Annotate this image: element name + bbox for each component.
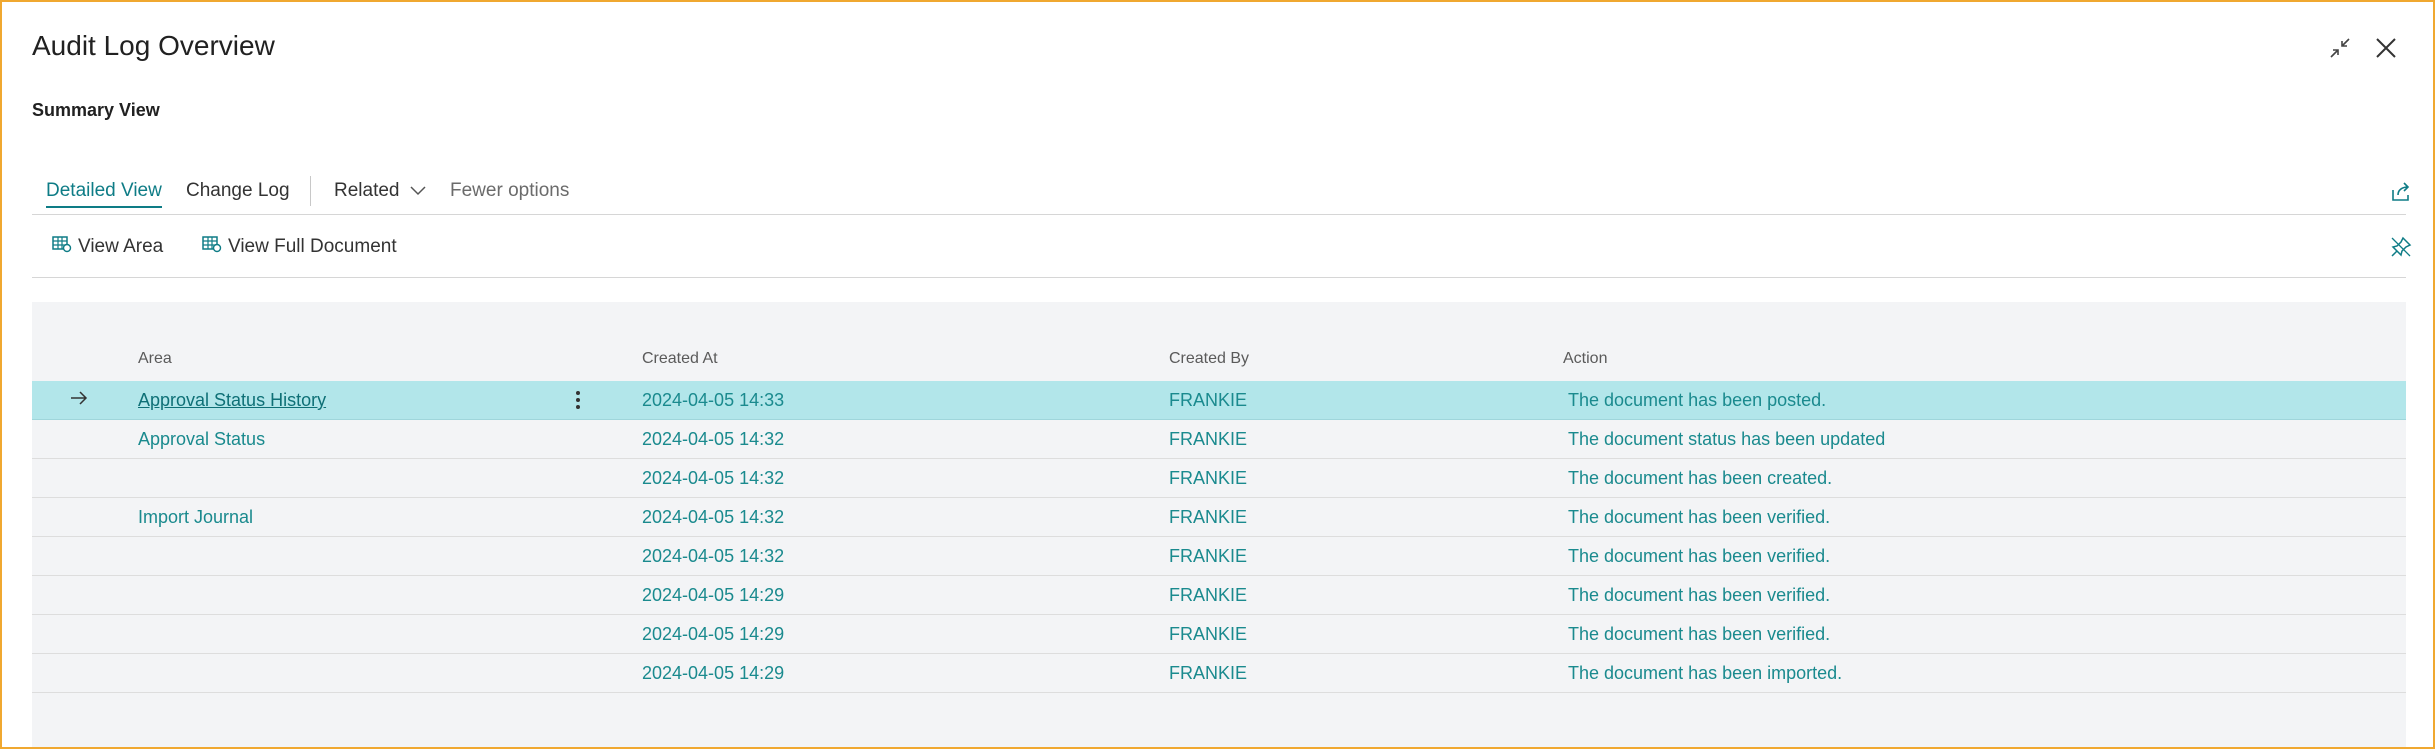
cell-area[interactable]: Approval Status bbox=[138, 429, 265, 450]
cell-created-by: FRANKIE bbox=[1169, 429, 1248, 449]
cell-created-by: FRANKIE bbox=[1169, 507, 1248, 527]
table-row[interactable]: 2024-04-05 14:32 FRANKIE The document ha… bbox=[32, 537, 2406, 576]
cell-action: The document has been verified. bbox=[1568, 507, 1831, 527]
view-area-label: View Area bbox=[78, 236, 164, 257]
table-row[interactable]: 2024-04-05 14:29 FRANKIE The document ha… bbox=[32, 576, 2406, 615]
cell-created-at: 2024-04-05 14:32 bbox=[642, 429, 785, 449]
table-row[interactable]: 2024-04-05 14:29 FRANKIE The document ha… bbox=[32, 654, 2406, 693]
share-icon[interactable] bbox=[2387, 178, 2415, 206]
view-area-button[interactable]: View Area bbox=[52, 235, 163, 259]
tab-fewer-options[interactable]: Fewer options bbox=[450, 180, 569, 202]
page-actions: View Area View Full Document bbox=[32, 215, 2412, 278]
cell-created-by: FRANKIE bbox=[1169, 546, 1248, 566]
column-header-created-by[interactable]: Created By bbox=[1169, 350, 1249, 368]
tab-related[interactable]: Related bbox=[334, 180, 426, 202]
view-full-document-label: View Full Document bbox=[228, 236, 397, 257]
arrow-right-icon bbox=[70, 390, 88, 411]
cell-created-by: FRANKIE bbox=[1169, 468, 1248, 488]
table-row[interactable]: 2024-04-05 14:32 FRANKIE The document ha… bbox=[32, 459, 2406, 498]
cell-created-by: FRANKIE bbox=[1169, 390, 1248, 410]
cell-action: The document has been verified. bbox=[1568, 585, 1831, 605]
cell-action: The document has been verified. bbox=[1568, 546, 1831, 566]
cell-action: The document has been verified. bbox=[1568, 624, 1831, 644]
table-row[interactable]: Approval Status 2024-04-05 14:32 FRANKIE… bbox=[32, 420, 2406, 459]
collapse-icon[interactable] bbox=[2322, 30, 2358, 66]
cell-created-at: 2024-04-05 14:32 bbox=[642, 507, 785, 527]
cell-action: The document has been posted. bbox=[1568, 390, 1827, 410]
page-title: Audit Log Overview bbox=[32, 30, 275, 61]
cell-action: The document status has been updated bbox=[1568, 429, 1886, 449]
cell-action: The document has been created. bbox=[1568, 468, 1833, 488]
cell-created-by: FRANKIE bbox=[1169, 585, 1248, 605]
cell-created-by: FRANKIE bbox=[1169, 663, 1248, 683]
table-row[interactable]: Import Journal 2024-04-05 14:32 FRANKIE … bbox=[32, 498, 2406, 537]
cell-created-by: FRANKIE bbox=[1169, 624, 1248, 644]
table-row[interactable]: 2024-04-05 14:29 FRANKIE The document ha… bbox=[32, 615, 2406, 654]
tab-related-label: Related bbox=[334, 180, 400, 202]
view-full-document-button[interactable]: View Full Document bbox=[202, 235, 397, 259]
column-header-created-at[interactable]: Created At bbox=[642, 350, 718, 368]
cell-area[interactable]: Import Journal bbox=[138, 507, 253, 528]
tab-detailed-view[interactable]: Detailed View bbox=[46, 180, 162, 208]
cell-created-at: 2024-04-05 14:29 bbox=[642, 624, 785, 644]
chevron-down-icon bbox=[409, 180, 426, 202]
column-header-area[interactable]: Area bbox=[138, 350, 172, 368]
cell-created-at: 2024-04-05 14:29 bbox=[642, 663, 785, 683]
tab-divider bbox=[310, 176, 311, 206]
cell-created-at: 2024-04-05 14:32 bbox=[642, 546, 785, 566]
cell-created-at: 2024-04-05 14:32 bbox=[642, 468, 785, 488]
cell-created-at: 2024-04-05 14:33 bbox=[642, 390, 785, 410]
audit-log-page: Audit Log Overview Summary View Detailed… bbox=[0, 0, 2435, 749]
action-bar: Detailed View Change Log Related Fewer o… bbox=[32, 168, 2410, 215]
table-row[interactable]: Approval Status History 2024-04-05 14:33… bbox=[32, 381, 2406, 420]
more-options-icon[interactable] bbox=[568, 386, 588, 414]
pin-icon[interactable] bbox=[2387, 233, 2415, 261]
close-icon[interactable] bbox=[2368, 30, 2404, 66]
table-view-icon bbox=[202, 235, 222, 259]
cell-area[interactable]: Approval Status History bbox=[138, 390, 326, 411]
cell-action: The document has been imported. bbox=[1568, 663, 1843, 683]
cell-created-at: 2024-04-05 14:29 bbox=[642, 585, 785, 605]
tab-change-log[interactable]: Change Log bbox=[186, 180, 290, 202]
summary-view-heading: Summary View bbox=[32, 100, 160, 120]
table-view-icon bbox=[52, 235, 72, 259]
audit-log-table: Area Created At Created By Action Approv… bbox=[32, 302, 2406, 747]
column-header-action[interactable]: Action bbox=[1563, 350, 1607, 368]
